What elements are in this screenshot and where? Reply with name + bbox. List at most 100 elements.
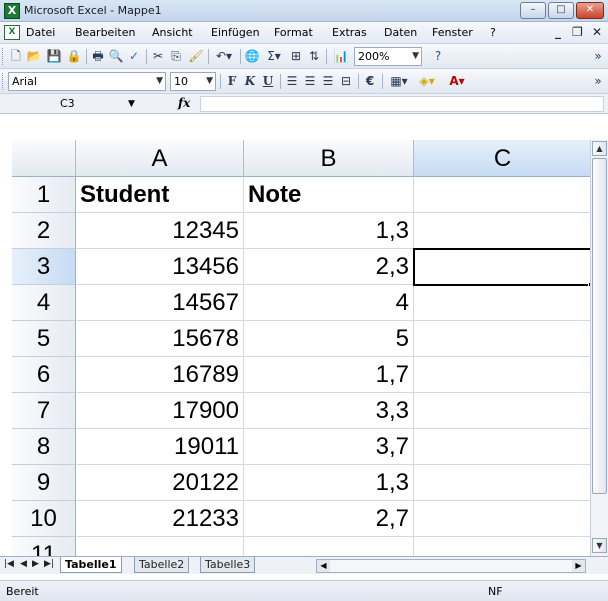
sheet-tab-tabelle2[interactable]: Tabelle2 (134, 557, 190, 573)
cell-a6[interactable]: 16789 (76, 357, 244, 393)
save-icon[interactable]: 💾 (46, 48, 62, 65)
cell-a8[interactable]: 19011 (76, 429, 244, 465)
cell-a1[interactable]: Student (76, 177, 244, 213)
scroll-up-icon[interactable]: ▲ (592, 141, 607, 156)
row-header[interactable]: 1 (12, 177, 76, 213)
cell-c8[interactable] (414, 429, 592, 465)
cell-b3[interactable]: 2,3 (244, 249, 414, 285)
horizontal-scrollbar[interactable]: ◀ ▶ (316, 559, 586, 573)
cell-a4[interactable]: 14567 (76, 285, 244, 321)
scroll-down-icon[interactable]: ▼ (592, 538, 607, 553)
align-center-icon[interactable]: ☰ (302, 73, 318, 90)
scroll-left-icon[interactable]: ◀ (317, 560, 330, 572)
borders-icon[interactable]: ▦▾ (386, 73, 412, 90)
menu-format[interactable]: Format (274, 26, 313, 39)
cell-c3[interactable] (414, 249, 592, 285)
cell-b10[interactable]: 2,7 (244, 501, 414, 537)
cut-icon[interactable]: ✂ (150, 48, 166, 65)
vertical-scrollbar[interactable]: ▲ ▼ (590, 140, 608, 556)
cell-a3[interactable]: 13456 (76, 249, 244, 285)
font-name-select[interactable]: Arial ▼ (8, 72, 166, 91)
underline-button[interactable]: U (260, 73, 276, 90)
menu-bearbeiten[interactable]: Bearbeiten (75, 26, 135, 39)
row-header[interactable]: 10 (12, 501, 76, 537)
formula-input[interactable] (200, 96, 604, 112)
bold-button[interactable]: F (224, 73, 240, 90)
permission-icon[interactable]: 🔒 (66, 48, 82, 65)
maximize-button[interactable]: □ (548, 2, 574, 19)
print-icon[interactable]: 🖶 (90, 48, 106, 65)
insert-function-fx-icon[interactable]: fx (178, 96, 190, 110)
cell-b1[interactable]: Note (244, 177, 414, 213)
menu-fenster[interactable]: Fenster (432, 26, 473, 39)
toolbar-grip[interactable] (2, 48, 5, 65)
menu-datei[interactable]: Datei (26, 26, 55, 39)
column-header-b[interactable]: B (244, 140, 414, 177)
cell-c5[interactable] (414, 321, 592, 357)
last-sheet-icon[interactable]: ▶| (44, 559, 54, 569)
cell-b8[interactable]: 3,7 (244, 429, 414, 465)
name-box[interactable]: C3 ▼ (4, 96, 135, 112)
cell-a2[interactable]: 12345 (76, 213, 244, 249)
format-painter-icon[interactable]: 🖌 (188, 48, 204, 65)
row-header[interactable]: 11 (12, 537, 76, 556)
cell-c11[interactable] (414, 537, 592, 556)
currency-button[interactable]: € (362, 73, 378, 90)
autosum-icon[interactable]: Σ▾ (262, 48, 286, 65)
font-color-icon[interactable]: A▾ (444, 73, 470, 90)
menu-daten[interactable]: Daten (384, 26, 417, 39)
chart-wizard-icon[interactable]: 📊 (332, 48, 350, 65)
cell-a11[interactable] (76, 537, 244, 556)
cell-c6[interactable] (414, 357, 592, 393)
cell-b6[interactable]: 1,7 (244, 357, 414, 393)
row-header[interactable]: 5 (12, 321, 76, 357)
row-header[interactable]: 8 (12, 429, 76, 465)
menu-help[interactable]: ? (490, 26, 496, 39)
hyperlink-icon[interactable]: 🌐 (244, 48, 260, 65)
cell-a10[interactable]: 21233 (76, 501, 244, 537)
open-folder-icon[interactable]: 📂 (26, 48, 42, 65)
next-sheet-icon[interactable]: ▶ (32, 559, 39, 569)
cell-b9[interactable]: 1,3 (244, 465, 414, 501)
sort-ascending-icon[interactable]: ⇅ (306, 48, 322, 65)
italic-button[interactable]: K (242, 73, 258, 90)
close-button[interactable]: ✕ (576, 2, 604, 19)
cell-c10[interactable] (414, 501, 592, 537)
font-size-select[interactable]: 10 ▼ (170, 72, 216, 91)
menu-extras[interactable]: Extras (332, 26, 367, 39)
workbook-icon[interactable]: X (4, 25, 20, 40)
cell-c4[interactable] (414, 285, 592, 321)
prev-sheet-icon[interactable]: ◀ (20, 559, 27, 569)
cell-c7[interactable] (414, 393, 592, 429)
first-sheet-icon[interactable]: |◀ (4, 559, 14, 569)
cell-c2[interactable] (414, 213, 592, 249)
fill-color-icon[interactable]: ◈▾ (414, 73, 440, 90)
cell-a5[interactable]: 15678 (76, 321, 244, 357)
vertical-scroll-thumb[interactable] (592, 158, 607, 494)
row-header[interactable]: 4 (12, 285, 76, 321)
cell-c9[interactable] (414, 465, 592, 501)
row-header[interactable]: 7 (12, 393, 76, 429)
scroll-right-icon[interactable]: ▶ (572, 560, 585, 572)
undo-icon[interactable]: ↶▾ (212, 48, 236, 65)
copy-icon[interactable]: ⎘ (168, 48, 184, 65)
menu-ansicht[interactable]: Ansicht (152, 26, 193, 39)
cell-b5[interactable]: 5 (244, 321, 414, 357)
select-all-corner[interactable] (12, 140, 76, 177)
spelling-icon[interactable]: ✓ (126, 48, 142, 65)
cell-b2[interactable]: 1,3 (244, 213, 414, 249)
workbook-close-button[interactable]: ✕ (592, 25, 602, 39)
menu-einfuegen[interactable]: Einfügen (211, 26, 260, 39)
align-left-icon[interactable]: ☰ (284, 73, 300, 90)
cell-b4[interactable]: 4 (244, 285, 414, 321)
cell-c1[interactable] (414, 177, 592, 213)
row-header[interactable]: 6 (12, 357, 76, 393)
sheet-tab-tabelle1[interactable]: Tabelle1 (60, 557, 122, 573)
toolbar-options-icon[interactable]: » (592, 73, 604, 90)
zoom-select[interactable]: 200% ▼ (354, 47, 422, 66)
row-header[interactable]: 3 (12, 249, 76, 285)
merge-center-icon[interactable]: ⊟ (338, 73, 354, 90)
excel-app-icon[interactable]: X (4, 3, 20, 19)
print-preview-icon[interactable]: 🔍 (108, 48, 124, 65)
cell-a9[interactable]: 20122 (76, 465, 244, 501)
